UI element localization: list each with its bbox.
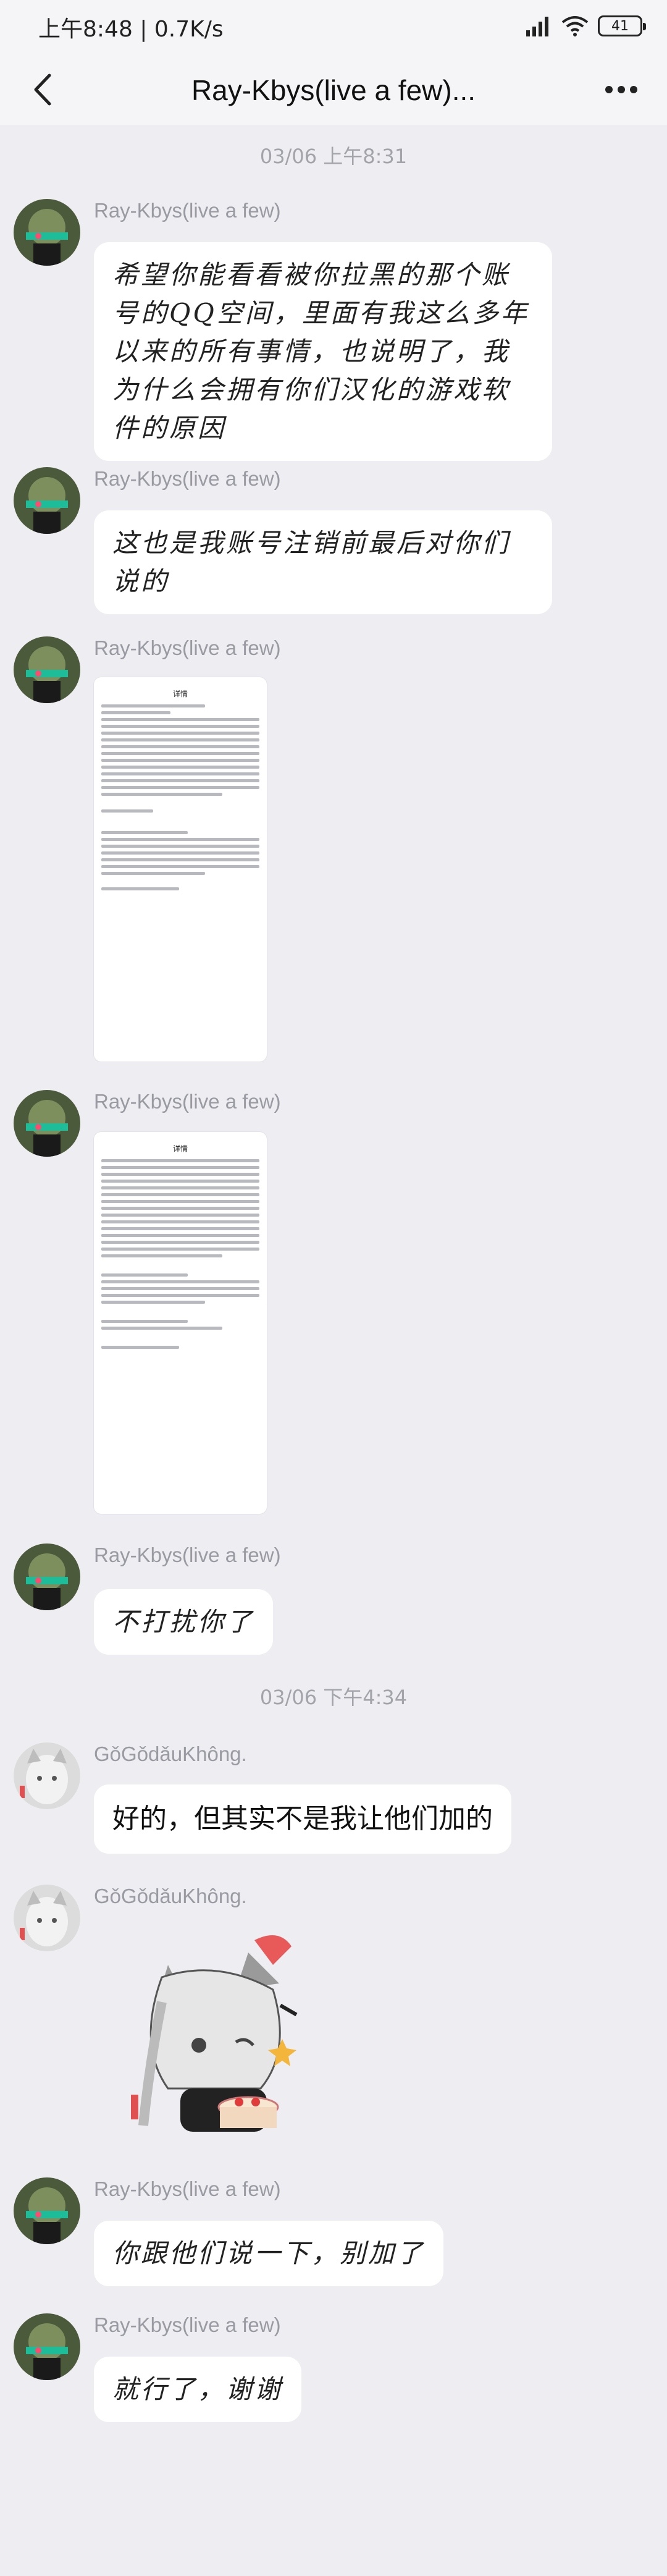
chat-header: Ray-Kbys(live a few)... [0,56,667,125]
chat-title[interactable]: Ray-Kbys(live a few)... [99,68,568,112]
screenshot-image[interactable]: 详情 [94,677,267,1062]
status-time-speed: 上午8:48 | 0.7K/s [38,17,224,42]
message-bubble[interactable]: 希望你能看看被你拉黑的那个账号的QQ空间，里面有我这么多年以来的所有事情，也说明… [94,242,552,461]
wifi-icon [561,16,589,36]
avatar[interactable] [14,1543,80,1610]
more-options-icon[interactable] [597,68,646,111]
signal-icon [526,17,548,36]
message-bubble[interactable]: 好的，但其实不是我让他们加的 [94,1784,511,1854]
battery-icon: 41 [598,15,646,36]
avatar[interactable] [14,2313,80,2380]
sender-name: Ray-Kbys(live a few) [94,1543,281,1566]
sender-name: GǒGǒdǎuKhông. [94,1885,247,1907]
avatar[interactable] [14,2177,80,2244]
avatar[interactable] [14,467,80,534]
sender-name: Ray-Kbys(live a few) [94,636,281,659]
sender-name: Ray-Kbys(live a few) [94,2177,281,2200]
status-bar: 上午8:48 | 0.7K/s 41 [0,0,667,56]
screenshot-preview-title: 详情 [172,689,188,698]
sender-name: Ray-Kbys(live a few) [94,467,281,490]
back-arrow-icon[interactable] [22,68,65,111]
timestamp-divider: 03/06 下午4:34 [259,1686,408,1709]
sender-name: GǒGǒdǎuKhông. [94,1742,247,1765]
sender-name: Ray-Kbys(live a few) [94,2313,281,2336]
message-bubble[interactable]: 这也是我账号注销前最后对你们说的 [94,510,552,614]
message-bubble[interactable]: 不打扰你了 [94,1589,274,1655]
message-bubble[interactable]: 你跟他们说一下，别加了 [94,2221,444,2286]
avatar[interactable] [14,199,80,266]
sender-name: Ray-Kbys(live a few) [94,1090,281,1113]
avatar[interactable] [14,1090,80,1157]
screenshot-image[interactable]: 详情 [94,1132,267,1514]
avatar[interactable] [14,1885,80,1951]
sender-name: Ray-Kbys(live a few) [94,199,281,222]
status-icons: 41 [525,11,646,41]
message-bubble[interactable]: 就行了，谢谢 [94,2357,302,2422]
avatar[interactable] [14,636,80,703]
timestamp-divider: 03/06 上午8:31 [259,145,408,168]
sticker-image[interactable] [94,1928,329,2163]
avatar[interactable] [14,1742,80,1809]
screenshot-preview-title: 详情 [172,1144,188,1153]
